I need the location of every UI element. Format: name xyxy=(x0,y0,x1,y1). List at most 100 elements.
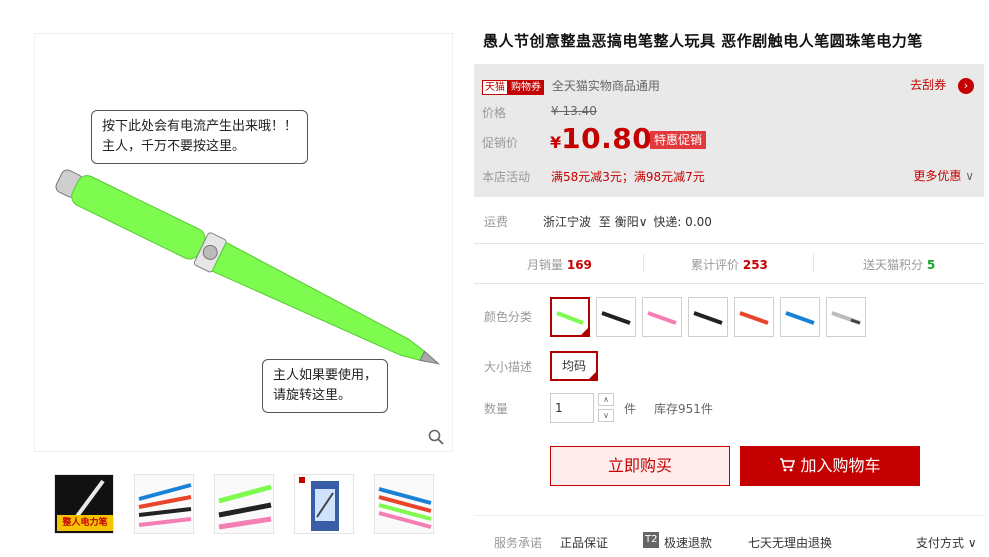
total-reviews-value: 253 xyxy=(742,258,768,272)
color-option-red[interactable] xyxy=(734,297,774,337)
promo-tag: 特惠促销 xyxy=(650,131,707,149)
quantity-label: 数量 xyxy=(484,402,509,416)
promo-price: ¥10.80 xyxy=(550,122,652,155)
more-offers-label: 更多优惠 xyxy=(913,169,962,183)
divider xyxy=(643,254,644,272)
monthly-sales-value: 169 xyxy=(566,258,592,272)
quantity-input[interactable]: 1 xyxy=(550,393,594,423)
tmall-tag: 天猫 xyxy=(482,80,508,95)
color-label: 颜色分类 xyxy=(484,310,533,324)
color-option-white[interactable] xyxy=(826,297,866,337)
coupon-link-label: 去刮券 xyxy=(910,78,947,92)
original-currency: ¥ xyxy=(551,104,559,118)
callout-top-line2: 主人，千万不要按这里。 xyxy=(102,139,246,154)
stock-count: 库存951件 xyxy=(654,402,713,416)
thumbnail-1-caption: 整人电力笔 xyxy=(62,518,108,528)
chevron-down-icon: ∨ xyxy=(638,215,648,229)
service-fast-refund: 极速退款 xyxy=(664,536,713,550)
thumbnail-3-image xyxy=(218,484,272,530)
coupon-row: 天猫 购物券 全天猫实物商品通用 xyxy=(482,77,660,95)
add-to-cart-button[interactable]: 加入购物车 xyxy=(740,446,920,486)
shipping-destination-select[interactable]: 衡阳∨ xyxy=(615,215,648,229)
activity-text: 满58元减3元；满98元减7元 xyxy=(551,170,705,184)
quantity-increase-button[interactable]: ∧ xyxy=(598,393,614,406)
more-offers-link[interactable]: 更多优惠 ∨ xyxy=(913,167,974,184)
product-title: 愚人节创意整蛊恶搞电笔整人玩具 恶作剧触电人笔圆珠笔电力笔 xyxy=(483,32,923,50)
monthly-sales: 月销量 169 xyxy=(527,256,592,273)
original-value: 13.40 xyxy=(562,104,597,118)
service-7day-return: 七天无理由退换 xyxy=(748,536,833,550)
promo-value: 10.80 xyxy=(561,122,653,155)
pen-swatch-icon xyxy=(601,311,631,325)
thumbnail-3[interactable] xyxy=(214,474,274,534)
pen-swatch-icon xyxy=(647,311,677,325)
payment-methods-label: 支付方式 xyxy=(916,536,965,550)
divider xyxy=(474,243,984,244)
shipping-row: 浙江宁波 至 衡阳∨ 快递: 0.00 xyxy=(543,213,712,230)
pen-swatch-icon xyxy=(739,311,769,325)
color-option-green[interactable] xyxy=(550,297,590,337)
quantity-decrease-button[interactable]: ∨ xyxy=(598,409,614,422)
chevron-right-circle-icon: › xyxy=(958,77,974,94)
color-option-black-2[interactable] xyxy=(688,297,728,337)
chevron-down-icon: ∨ xyxy=(967,536,977,550)
coupon-tag: 购物券 xyxy=(508,80,544,95)
size-label: 大小描述 xyxy=(484,360,533,374)
thumbnail-5[interactable] xyxy=(374,474,434,534)
thumbnail-4[interactable] xyxy=(294,474,354,534)
service-label: 服务承诺 xyxy=(494,536,543,550)
total-reviews[interactable]: 累计评价 253 xyxy=(691,256,768,273)
tmall-points-label: 送天猫积分 xyxy=(863,258,924,272)
callout-bottom: 主人如果要使用， 请旋转这里。 xyxy=(262,359,389,413)
shipping-express: 快递: 0.00 xyxy=(653,215,712,229)
color-options xyxy=(550,297,870,339)
divider xyxy=(813,254,814,272)
total-reviews-label: 累计评价 xyxy=(691,258,740,272)
selected-check-icon xyxy=(580,327,589,336)
thumbnail-1[interactable]: 整人电力笔 xyxy=(54,474,114,534)
pen-swatch-icon xyxy=(693,311,723,325)
thumbnail-5-image xyxy=(378,487,432,529)
buy-now-button[interactable]: 立即购买 xyxy=(550,446,730,486)
cart-icon xyxy=(779,456,800,475)
zoom-icon[interactable] xyxy=(428,429,444,445)
thumbnail-2[interactable] xyxy=(134,474,194,534)
tmall-points: 送天猫积分 5 xyxy=(863,256,935,273)
color-option-black[interactable] xyxy=(596,297,636,337)
original-price: ¥ 13.40 xyxy=(551,104,597,118)
shipping-to-word: 至 xyxy=(598,215,611,229)
price-box: 天猫 购物券 全天猫实物商品通用 去刮券 › 价格 ¥ 13.40 促销价 ¥10… xyxy=(474,64,984,197)
thumbnail-2-image xyxy=(138,483,192,527)
chevron-down-icon: ∨ xyxy=(965,169,974,183)
promo-price-label: 促销价 xyxy=(482,136,519,150)
color-option-blue[interactable] xyxy=(780,297,820,337)
pen-swatch-icon xyxy=(785,311,815,325)
divider xyxy=(474,283,984,284)
t2-badge: T2 xyxy=(643,532,660,548)
callout-bottom-line1: 主人如果要使用， xyxy=(273,368,378,383)
size-option[interactable]: 均码 xyxy=(550,351,599,381)
promo-currency: ¥ xyxy=(550,133,562,152)
pen-swatch-icon xyxy=(831,311,861,325)
callout-top: 按下此处会有电流产生出来哦！！ 主人，千万不要按这里。 xyxy=(91,110,309,164)
callout-bottom-line2: 请旋转这里。 xyxy=(273,388,352,403)
divider xyxy=(474,515,984,516)
payment-methods[interactable]: 支付方式 ∨ xyxy=(916,534,977,551)
selected-check-icon xyxy=(588,371,598,380)
quantity-unit: 件 xyxy=(624,402,637,416)
tmall-points-value: 5 xyxy=(926,258,936,272)
service-authentic: 正品保证 xyxy=(560,536,609,550)
color-option-pink[interactable] xyxy=(642,297,682,337)
coupon-link[interactable]: 去刮券 › xyxy=(910,76,974,94)
activity-label: 本店活动 xyxy=(482,170,531,184)
size-option-label: 均码 xyxy=(562,359,587,373)
price-label: 价格 xyxy=(482,106,507,120)
add-to-cart-label: 加入购物车 xyxy=(800,456,881,475)
pen-illustration xyxy=(55,169,441,365)
main-product-image[interactable]: 按下此处会有电流产生出来哦！！ 主人，千万不要按这里。 主人如果要使用， 请旋转… xyxy=(34,33,453,452)
shipping-label: 运费 xyxy=(484,215,509,229)
shipping-from: 浙江宁波 xyxy=(543,215,592,229)
thumbnail-4-image xyxy=(299,477,339,531)
coupon-desc: 全天猫实物商品通用 xyxy=(551,79,660,93)
shipping-to: 衡阳 xyxy=(614,215,639,229)
